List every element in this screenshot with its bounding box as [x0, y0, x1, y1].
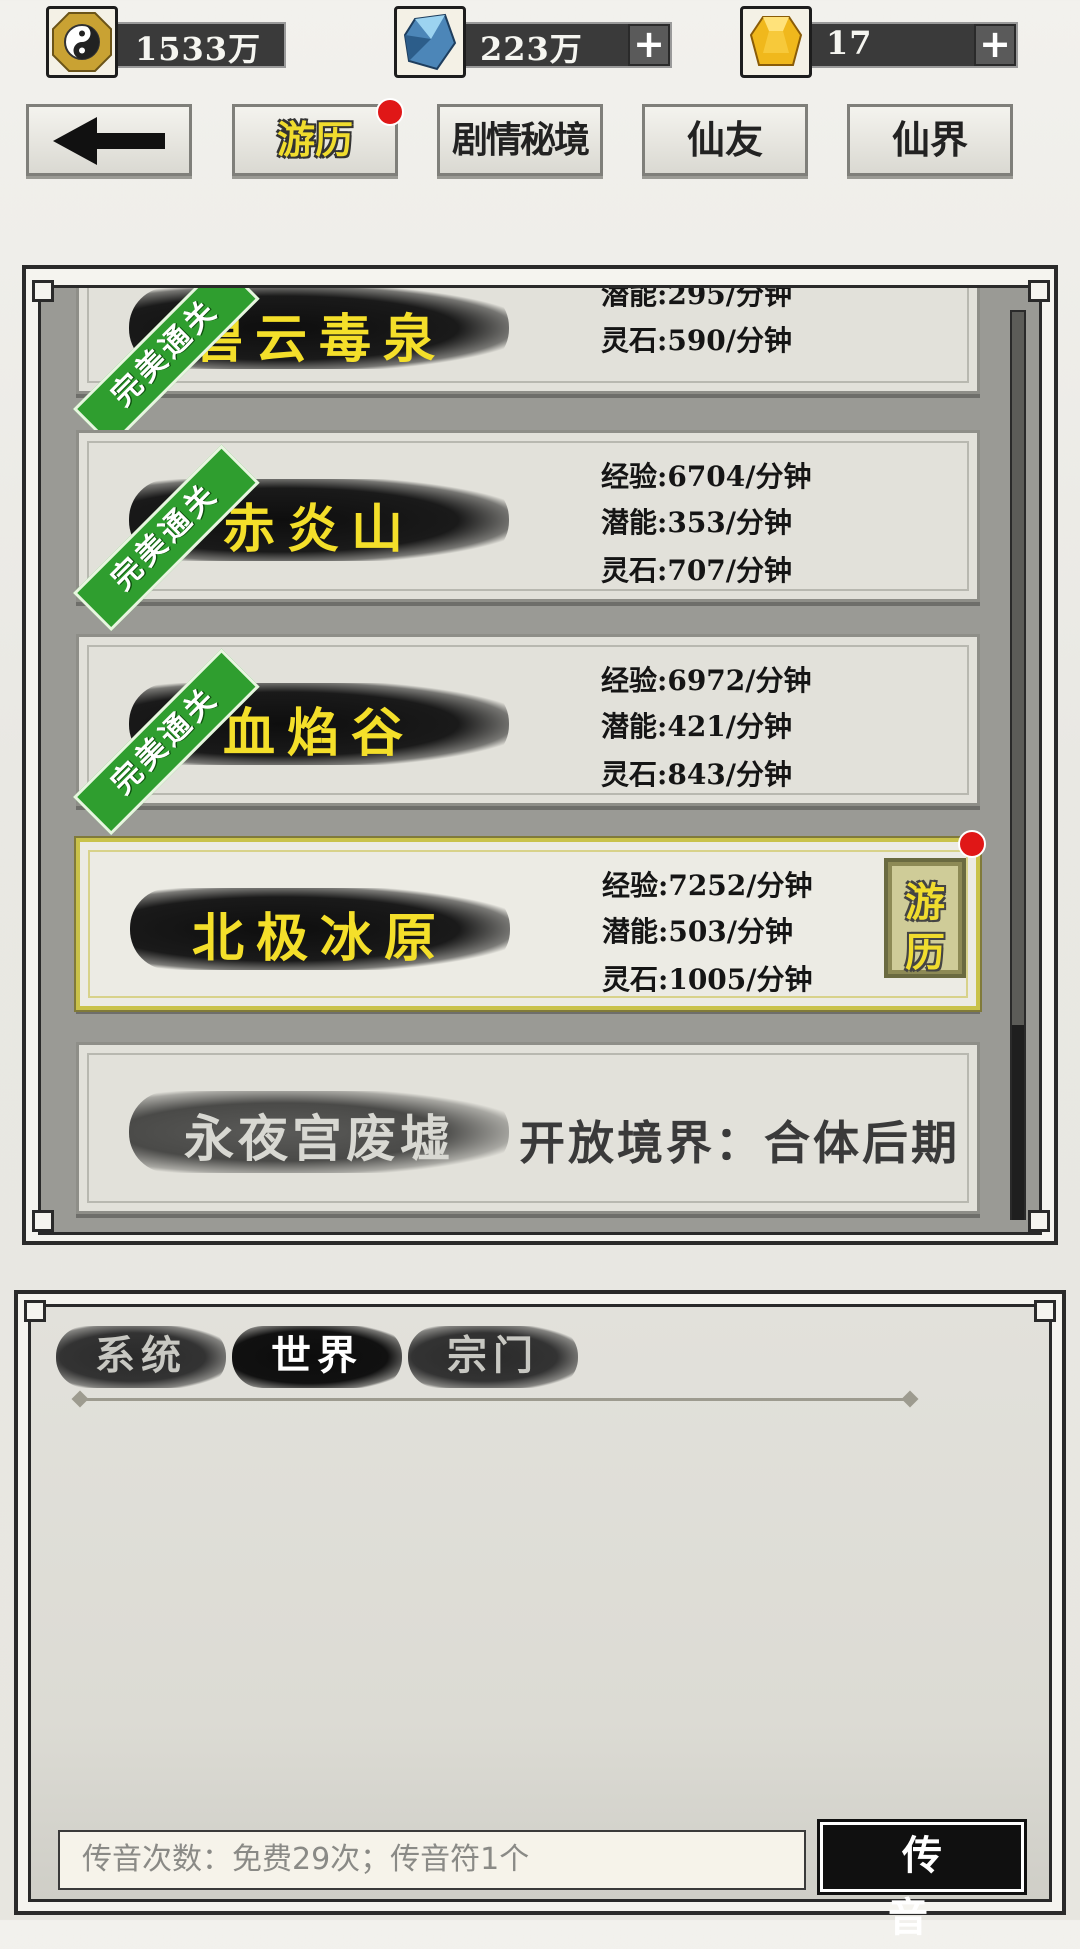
location-card[interactable]: 赤炎山 经验:6704/分钟 潜能:353/分钟 灵石:707/分钟 完美通关 [73, 430, 980, 632]
location-stat: 潜能:295/分钟 [601, 288, 793, 311]
chat-divider [80, 1398, 910, 1401]
travel-button[interactable]: 游 历 [884, 858, 966, 978]
tab-story-realm[interactable]: 剧情秘境 [437, 104, 603, 176]
location-stat: 灵石:843/分钟 [601, 758, 793, 791]
travel-button-label-bottom: 历 [905, 929, 945, 976]
chat-tab-sect[interactable]: 宗门 [408, 1326, 578, 1388]
back-arrow-icon [53, 117, 165, 165]
location-stat: 潜能:353/分钟 [601, 506, 793, 539]
location-card[interactable]: 碧云毒泉 潜能:295/分钟 灵石:590/分钟 完美通关 [73, 288, 980, 448]
location-stat: 灵石:1005/分钟 [602, 963, 813, 996]
yin-yang-icon [46, 6, 118, 78]
location-stat: 灵石:590/分钟 [601, 324, 793, 357]
tab-immortal-friends[interactable]: 仙友 [642, 104, 808, 176]
location-stat: 经验:6972/分钟 [601, 664, 812, 697]
location-stat: 灵石:707/分钟 [601, 554, 793, 587]
location-stat: 潜能:503/分钟 [602, 915, 794, 948]
send-message-button[interactable]: 传 音 [820, 1822, 1024, 1941]
location-list: 碧云毒泉 潜能:295/分钟 灵石:590/分钟 完美通关 赤炎山 经验:670… [0, 288, 1080, 1232]
location-stat: 经验:7252/分钟 [602, 869, 813, 902]
add-gems-button[interactable]: + [628, 24, 670, 66]
chat-tab-system[interactable]: 系统 [56, 1326, 226, 1388]
add-gold-button[interactable]: + [974, 24, 1016, 66]
coins-value: 1533万 [135, 30, 262, 68]
location-card[interactable]: 血焰谷 经验:6972/分钟 潜能:421/分钟 灵石:843/分钟 完美通关 [73, 634, 980, 836]
frame-corner [24, 1300, 46, 1322]
chat-panel[interactable] [28, 1304, 1052, 1902]
chat-tab-world[interactable]: 世界 [232, 1326, 402, 1388]
gold-ingot-icon [740, 6, 812, 78]
location-name: 永夜宫废墟 [184, 1109, 454, 1168]
travel-alert-dot [958, 830, 986, 858]
location-stat: 经验:6704/分钟 [601, 460, 812, 493]
blue-crystal-icon [394, 6, 466, 78]
frame-corner [1034, 1300, 1056, 1322]
back-button[interactable] [26, 104, 192, 176]
open-requirement-label: 开放境界：合体后期 [519, 1116, 960, 1170]
gems-value: 223万 [480, 30, 583, 68]
gold-value: 17 [826, 24, 873, 62]
travel-alert-dot [376, 98, 404, 126]
location-stat: 潜能:421/分钟 [601, 710, 793, 743]
location-card-locked[interactable]: 永夜宫废墟 开放境界：合体后期 [76, 1042, 980, 1214]
location-name: 北极冰原 [191, 908, 448, 969]
tab-travel[interactable]: 游历 [232, 104, 398, 176]
chat-message-input[interactable]: 传音次数：免费29次；传音符1个 [58, 1830, 806, 1890]
tab-immortal-world[interactable]: 仙界 [847, 104, 1013, 176]
location-card-selected[interactable]: 北极冰原 经验:7252/分钟 潜能:503/分钟 灵石:1005/分钟 游 历 [76, 838, 980, 1010]
